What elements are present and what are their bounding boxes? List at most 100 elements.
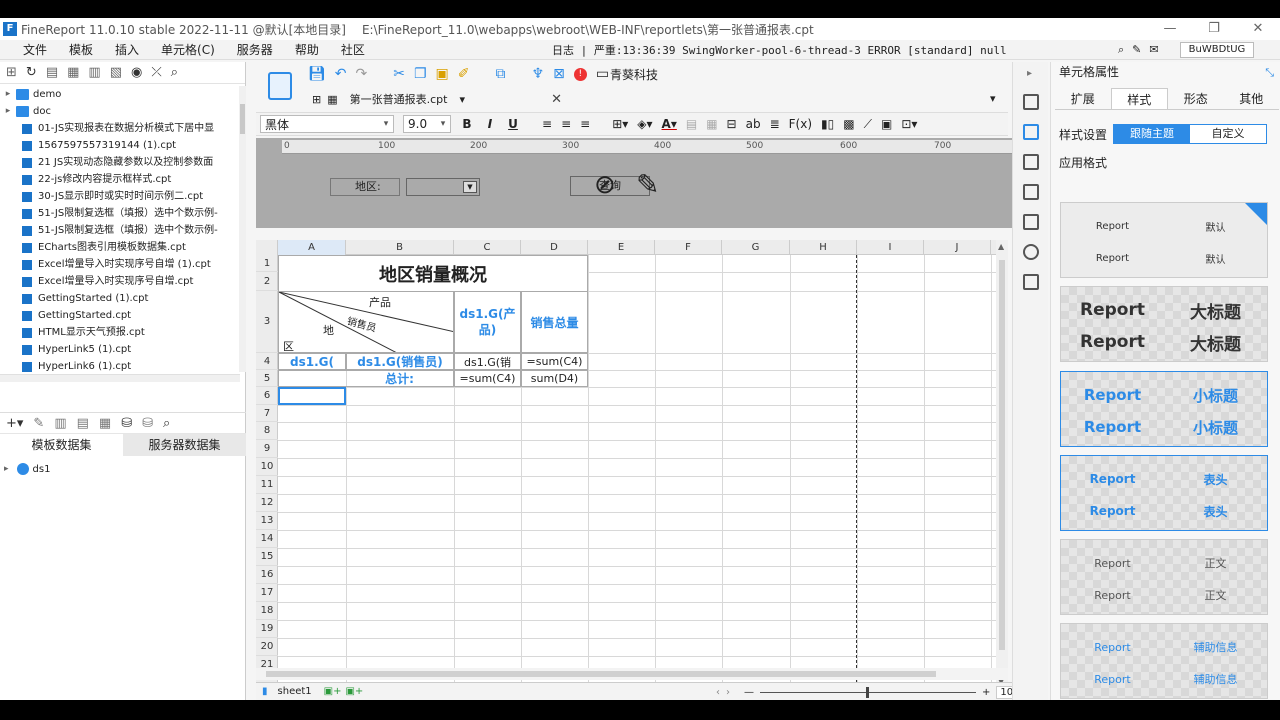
row-header[interactable]: 20 xyxy=(256,638,278,656)
tree-hscrollbar[interactable] xyxy=(0,374,240,382)
tree-item[interactable]: GettingStarted (1).cpt xyxy=(0,290,240,307)
cell-d3[interactable]: 销售总量 xyxy=(521,291,588,353)
lock-icon[interactable]: ▦ xyxy=(67,65,79,80)
cell-c4[interactable]: ds1.G(销 xyxy=(454,353,521,370)
row-header[interactable]: 5 xyxy=(256,370,278,387)
style-card[interactable]: Report 辅助信息 Report 辅助信息 xyxy=(1060,623,1268,699)
condition-icon[interactable] xyxy=(1023,214,1039,230)
widget-settings-icon[interactable] xyxy=(1023,184,1039,200)
region-combo[interactable]: ▼ xyxy=(406,178,480,196)
tree-item[interactable]: 30-JS显示即时或实时时间示例二.cpt xyxy=(0,188,240,205)
style-card[interactable]: Report 大标题 Report 大标题 xyxy=(1060,286,1268,362)
image-icon[interactable]: ▩ xyxy=(843,117,854,131)
underline-icon[interactable]: U xyxy=(506,117,520,131)
slash-icon[interactable]: ⟋ xyxy=(864,117,872,132)
tab-form[interactable]: 形态 xyxy=(1168,88,1224,109)
diagonal-header-cell[interactable]: 产品 销售员 地 区 xyxy=(278,291,454,353)
style-card[interactable]: Report 小标题 Report 小标题 xyxy=(1060,371,1268,447)
fill-color-icon[interactable]: ◈▾ xyxy=(637,117,652,131)
close-window-button[interactable]: ✕ xyxy=(1238,18,1278,40)
tree-item[interactable]: ▸ doc xyxy=(0,103,240,120)
report-grid[interactable]: ABCDEFGHIJ 1 2 3 4 5 6 7 8 9 10 11 12 13 14 15 16 17 18 19… xyxy=(256,240,996,688)
tree-item[interactable]: 01-JS实现报表在数据分析模式下居中显 xyxy=(0,120,240,137)
open-icon[interactable]: ▤ xyxy=(46,65,58,80)
copy-icon[interactable]: ❐ xyxy=(414,66,427,82)
subreport-icon[interactable]: ⊡▾ xyxy=(901,117,917,131)
close-tab-icon[interactable]: ✕ xyxy=(551,92,562,107)
cell-c5[interactable]: =sum(C4) xyxy=(454,370,521,387)
cut-icon[interactable]: ✂ xyxy=(393,66,405,82)
menu-community[interactable]: 社区 xyxy=(330,41,376,58)
tab-expand[interactable]: 扩展 xyxy=(1055,88,1111,109)
unmerge-icon[interactable]: ▦ xyxy=(706,117,717,131)
tab-dropdown-icon[interactable]: ▾ xyxy=(459,93,465,106)
align-right-icon[interactable]: ≡ xyxy=(580,117,590,131)
format-painter-icon[interactable]: ✐ xyxy=(458,66,470,82)
row-header[interactable]: 10 xyxy=(256,458,278,476)
align-left-icon[interactable]: ≡ xyxy=(542,117,552,131)
redo-icon[interactable]: ↷ xyxy=(356,66,368,82)
report-type-icon[interactable]: ⊞ xyxy=(312,93,321,106)
text-wrap-icon[interactable]: ab xyxy=(746,117,761,131)
maximize-button[interactable]: ❐ xyxy=(1194,18,1234,40)
border-icon[interactable]: ⊞▾ xyxy=(612,117,628,131)
tab-server-datasets[interactable]: 服务器数据集 xyxy=(123,434,246,456)
zoom-in-icon[interactable]: + xyxy=(982,687,990,698)
add-sheet-icon[interactable]: ▣+ xyxy=(324,686,342,697)
eye-hidden-icon[interactable]: ⊘ xyxy=(594,170,616,200)
grid-horizontal-scrollbar[interactable] xyxy=(256,668,1008,680)
expand-arrow-icon[interactable]: ▸ xyxy=(4,464,9,474)
tree-item[interactable]: Excel增量导入时实现序号自增 (1).cpt xyxy=(0,256,240,273)
column-header[interactable]: A xyxy=(278,240,346,255)
template-type-icon[interactable] xyxy=(268,72,292,100)
menu-server[interactable]: 服务器 xyxy=(226,41,284,58)
sheet-tab[interactable]: sheet1 xyxy=(274,686,316,697)
paragraph-icon[interactable]: ≣ xyxy=(770,117,780,131)
row-header[interactable]: 7 xyxy=(256,405,278,422)
tree-item[interactable]: 21 JS实现动态隐藏参数以及控制参数面 xyxy=(0,154,240,171)
prev-sheet-icon[interactable]: ‹ xyxy=(716,687,720,698)
column-header[interactable]: F xyxy=(655,240,722,255)
tab-style[interactable]: 样式 xyxy=(1110,88,1168,109)
menu-insert[interactable]: 插入 xyxy=(104,41,150,58)
mail-icon[interactable]: ✉ xyxy=(1149,43,1158,56)
cell-b5[interactable]: 总计: xyxy=(346,370,454,387)
float-element-icon[interactable] xyxy=(1023,154,1039,170)
paste-icon[interactable]: ▣ xyxy=(436,66,449,82)
alert-icon[interactable]: ! xyxy=(573,67,587,81)
brand-label[interactable]: 青葵科技 xyxy=(610,66,658,83)
tree-item[interactable]: 22-js修改内容提示框样式.cpt xyxy=(0,171,240,188)
column-header[interactable]: D xyxy=(521,240,588,255)
minimize-button[interactable]: — xyxy=(1150,18,1190,40)
dataset-param-icon[interactable]: ▦ xyxy=(99,416,111,431)
column-header[interactable]: B xyxy=(346,240,454,255)
cell-c3[interactable]: ds1.G(产品) xyxy=(454,291,521,353)
copy-icon[interactable]: ▧ xyxy=(110,65,122,80)
dataset-copy-icon[interactable]: ⛁ xyxy=(142,416,153,431)
document-tab[interactable]: 第一张普通报表.cpt xyxy=(344,91,454,107)
cell-attribute-icon[interactable] xyxy=(1023,124,1039,140)
tree-item[interactable]: HTML显示天气预报.cpt xyxy=(0,324,240,341)
save-icon[interactable]: 💾︎ xyxy=(308,66,326,82)
rich-text-icon[interactable]: ▣ xyxy=(881,117,892,131)
collapse-icon[interactable]: ⤫ xyxy=(151,65,161,80)
cell-d4[interactable]: =sum(C4) xyxy=(521,353,588,370)
refresh-icon[interactable]: ↻ xyxy=(26,65,37,80)
tree-item[interactable]: Excel增量导入时实现序号自增.cpt xyxy=(0,273,240,290)
cell-a4[interactable]: ds1.G( xyxy=(278,353,346,370)
zoom-slider[interactable] xyxy=(760,687,976,698)
log-status[interactable]: 日志 | 严重:13:36:39 SwingWorker-pool-6-thre… xyxy=(552,42,1007,58)
user-account-button[interactable]: BuWBDtUG xyxy=(1180,42,1254,58)
edit-dataset-icon[interactable]: ✎ xyxy=(33,416,44,431)
new-folder-icon[interactable]: ⊞ xyxy=(6,65,17,80)
font-color-icon[interactable]: A▾ xyxy=(662,117,677,131)
row-header[interactable]: 4 xyxy=(256,353,278,370)
dataset-search-icon[interactable]: ⌕ xyxy=(163,416,170,431)
row-header[interactable]: 3 xyxy=(256,291,278,353)
row-header[interactable]: 16 xyxy=(256,566,278,584)
cell-element-icon[interactable] xyxy=(1023,94,1039,110)
dataset-item[interactable]: ▸ ds1 xyxy=(4,463,50,475)
tree-item[interactable]: 51-JS限制复选框（填报）选中个数示例- xyxy=(0,205,240,222)
import-icon[interactable] xyxy=(1023,274,1039,290)
font-size-select[interactable]: 9.0 ▾ xyxy=(403,115,451,133)
